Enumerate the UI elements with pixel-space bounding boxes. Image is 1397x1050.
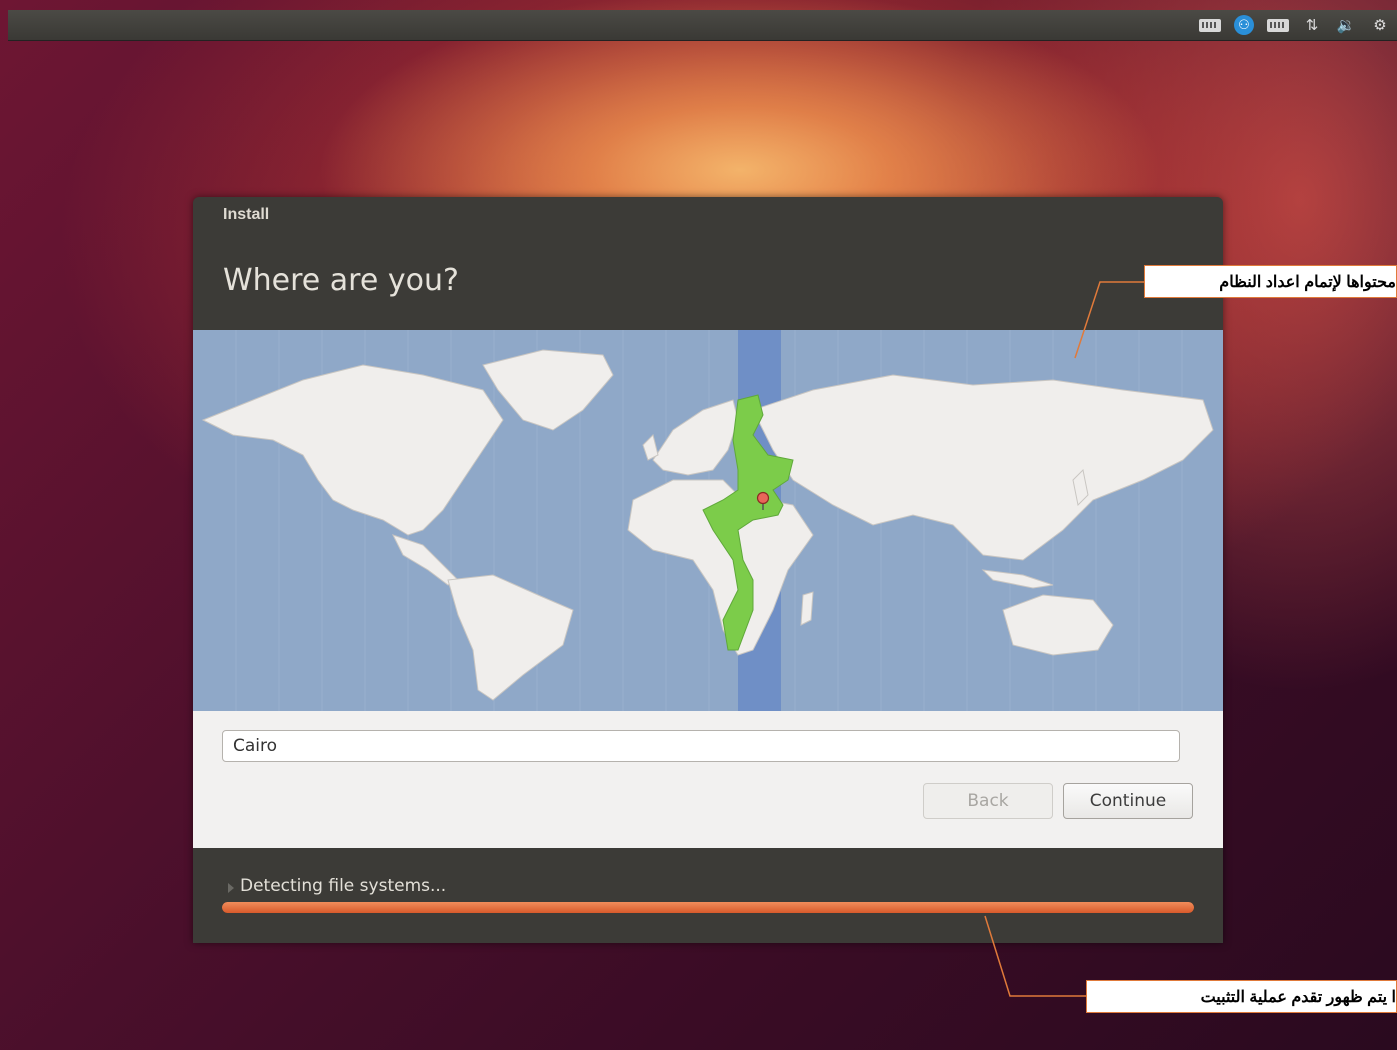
keyboard-icon[interactable]	[1199, 15, 1221, 35]
network-icon[interactable]: ⇅	[1301, 15, 1323, 35]
continue-button[interactable]: Continue	[1063, 783, 1193, 819]
location-input[interactable]	[222, 730, 1180, 762]
top-panel: ⚇ ⇅ 🔉 ⚙	[8, 10, 1397, 41]
settings-gear-icon[interactable]: ⚙	[1369, 15, 1391, 35]
keyboard-layout-icon[interactable]	[1267, 15, 1289, 35]
installer-window: Install Where are you? Cairo Back Contin…	[193, 197, 1223, 943]
progress-bar	[222, 902, 1194, 913]
status-text: Detecting file systems...	[240, 876, 447, 896]
continents	[201, 349, 1214, 701]
world-map-svg	[201, 330, 1214, 711]
callout-top: محتواها لإتمام اعداد النظام	[1144, 265, 1397, 298]
callout-bottom: ا يتم ظهور تقدم عملية التثبيت	[1086, 980, 1397, 1013]
heading-area: Where are you?	[193, 233, 1223, 330]
expand-arrow-icon[interactable]	[228, 883, 234, 893]
system-tray: ⚇ ⇅ 🔉 ⚙	[1199, 15, 1391, 35]
window-title: Install	[223, 206, 270, 223]
status-area: Detecting file systems...	[193, 848, 1223, 943]
back-button[interactable]: Back	[923, 783, 1053, 819]
page-heading: Where are you?	[223, 263, 459, 298]
form-area: Back Continue	[193, 711, 1223, 848]
window-titlebar[interactable]: Install	[193, 197, 1223, 233]
progress-fill	[222, 902, 1194, 913]
accessibility-icon[interactable]: ⚇	[1233, 15, 1255, 35]
timezone-map[interactable]	[193, 330, 1223, 711]
volume-icon[interactable]: 🔉	[1335, 15, 1357, 35]
